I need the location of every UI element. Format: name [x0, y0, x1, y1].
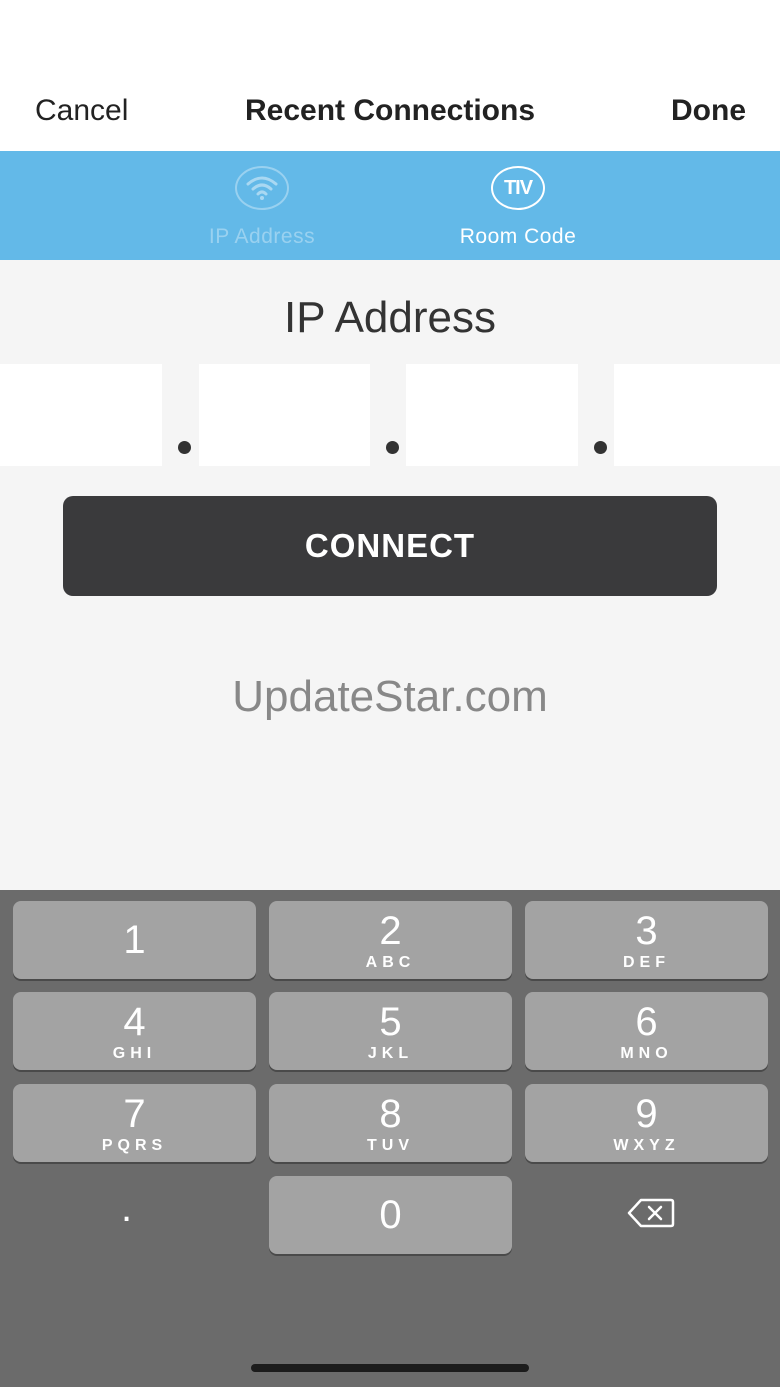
- ip-separator-dot: [386, 441, 399, 454]
- connect-button[interactable]: CONNECT: [63, 496, 717, 596]
- key-5[interactable]: 5 JKL: [269, 992, 512, 1070]
- ip-octet-4-input[interactable]: [614, 364, 780, 466]
- section-heading: IP Address: [284, 293, 496, 342]
- key-decimal-point[interactable]: .: [5, 1176, 248, 1254]
- ip-separator-dot: [178, 441, 191, 454]
- key-6[interactable]: 6 MNO: [525, 992, 768, 1070]
- tv-icon: TIV: [491, 166, 545, 210]
- done-button[interactable]: Done: [671, 94, 746, 128]
- tab-ip-address[interactable]: IP Address: [152, 151, 372, 260]
- ip-separator-dot: [594, 441, 607, 454]
- key-2[interactable]: 2 ABC: [269, 901, 512, 979]
- page-title: Recent Connections: [244, 94, 536, 127]
- key-8[interactable]: 8 TUV: [269, 1084, 512, 1162]
- navigation-bar: Cancel Recent Connections Done: [0, 0, 780, 151]
- ip-octet-1-input[interactable]: [0, 364, 162, 466]
- key-7[interactable]: 7 PQRS: [13, 1084, 256, 1162]
- connection-type-tabs: IP Address TIV Room Code: [0, 151, 780, 260]
- tab-ip-address-label: IP Address: [208, 225, 316, 248]
- home-indicator: [251, 1364, 529, 1372]
- key-0[interactable]: 0: [269, 1176, 512, 1254]
- tab-room-code-label: Room Code: [459, 225, 577, 248]
- key-3[interactable]: 3 DEF: [525, 901, 768, 979]
- tab-room-code[interactable]: TIV Room Code: [408, 151, 628, 260]
- backspace-icon[interactable]: [627, 1198, 675, 1228]
- key-1[interactable]: 1: [13, 901, 256, 979]
- watermark-text: UpdateStar.com: [232, 672, 548, 721]
- key-9[interactable]: 9 WXYZ: [525, 1084, 768, 1162]
- wifi-icon: [235, 166, 289, 210]
- ip-octet-2-input[interactable]: [199, 364, 370, 466]
- key-4[interactable]: 4 GHI: [13, 992, 256, 1070]
- ip-octet-3-input[interactable]: [406, 364, 578, 466]
